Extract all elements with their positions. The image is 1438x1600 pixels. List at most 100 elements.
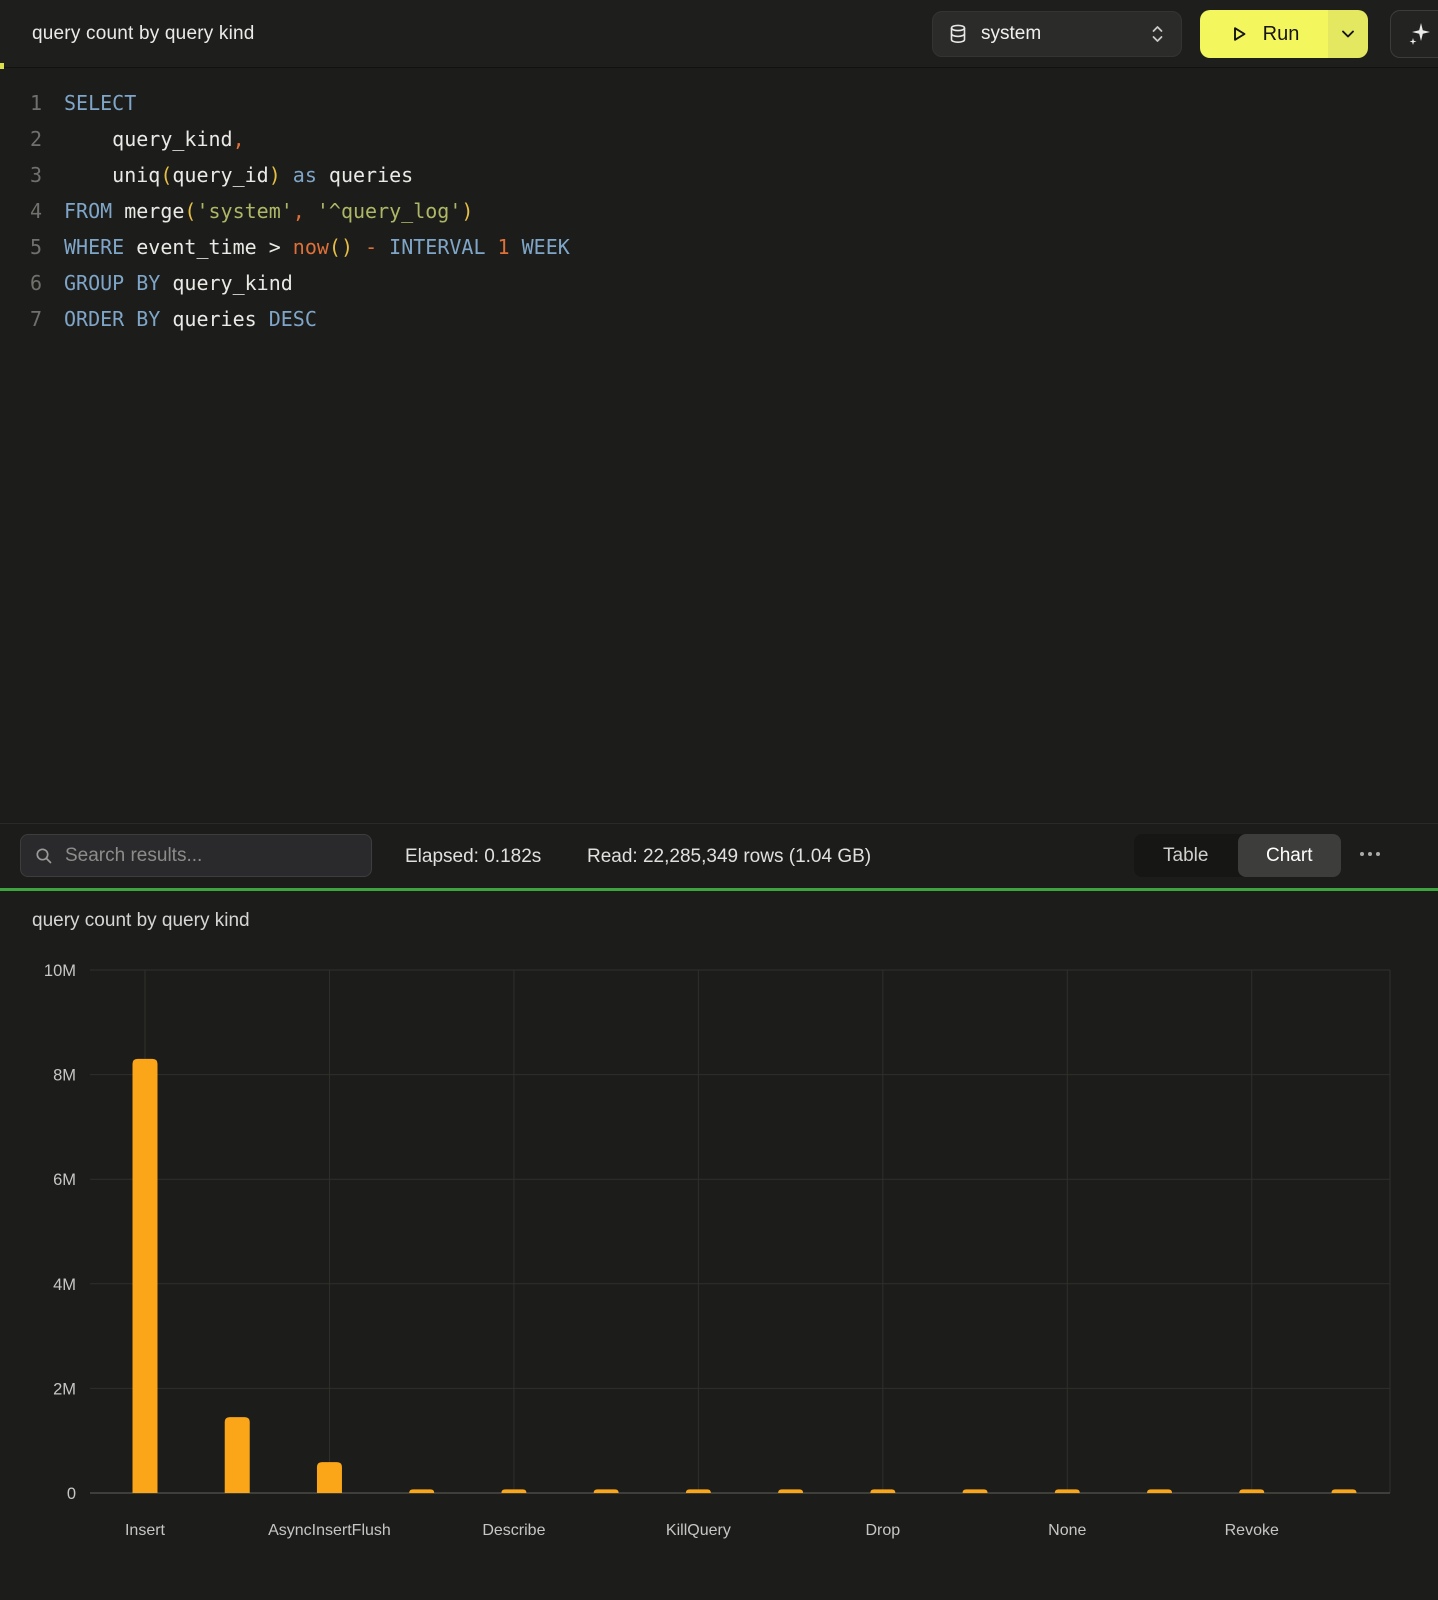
- code-line[interactable]: 6 GROUP BY query_kind: [0, 265, 1438, 301]
- code-token: as: [293, 163, 317, 187]
- line-number: 7: [0, 301, 42, 337]
- code-text: FROM merge('system', '^query_log'): [64, 193, 473, 229]
- x-tick-label: Insert: [125, 1522, 166, 1539]
- bar[interactable]: [963, 1489, 988, 1493]
- code-token: ,: [293, 199, 305, 223]
- search-results-input[interactable]: [65, 845, 357, 867]
- code-token: -: [365, 235, 377, 259]
- code-token: 1: [485, 235, 509, 259]
- bar[interactable]: [1147, 1489, 1172, 1493]
- code-token: DESC: [269, 307, 317, 331]
- code-token: WEEK: [510, 235, 570, 259]
- results-toolbar: Elapsed: 0.182s Read: 22,285,349 rows (1…: [0, 823, 1438, 888]
- x-tick-label: Revoke: [1225, 1522, 1279, 1539]
- search-icon: [35, 847, 53, 865]
- code-token: FROM: [64, 199, 112, 223]
- code-token: '^query_log': [305, 199, 462, 223]
- tab-table[interactable]: Table: [1134, 834, 1238, 877]
- bar-chart: 10M 8M 6M 4M 2M 0 Insert AsyncInsertFlush Descri…: [0, 940, 1438, 1600]
- code-token: [353, 235, 365, 259]
- ai-assist-button[interactable]: [1390, 10, 1438, 58]
- chart-title: query count by query kind: [32, 910, 250, 932]
- code-token: queries: [160, 307, 268, 331]
- code-token: (: [184, 199, 196, 223]
- code-token: GROUP BY: [64, 271, 160, 295]
- database-selector[interactable]: system: [932, 11, 1182, 57]
- code-token: uniq: [64, 163, 160, 187]
- read-stat: Read: 22,285,349 rows (1.04 GB): [587, 824, 871, 889]
- tab-chart[interactable]: Chart: [1238, 834, 1342, 877]
- code-token: merge: [112, 199, 184, 223]
- code-token: SELECT: [64, 91, 136, 115]
- bar[interactable]: [501, 1489, 526, 1493]
- bar[interactable]: [1239, 1489, 1264, 1493]
- code-text: query_kind,: [64, 121, 245, 157]
- database-selector-value: system: [981, 23, 1150, 45]
- code-line[interactable]: 7 ORDER BY queries DESC: [0, 301, 1438, 337]
- y-tick-label: 4M: [53, 1276, 76, 1294]
- bar[interactable]: [1331, 1489, 1356, 1493]
- code-token: event_time >: [124, 235, 293, 259]
- code-token: INTERVAL: [389, 235, 485, 259]
- x-tick-label: AsyncInsertFlush: [268, 1522, 391, 1539]
- x-tick-label: Describe: [482, 1522, 545, 1539]
- code-line[interactable]: 5 WHERE event_time > now() - INTERVAL 1 W…: [0, 229, 1438, 265]
- more-options-button[interactable]: [1352, 841, 1388, 867]
- bar[interactable]: [317, 1462, 342, 1493]
- code-token: query_kind: [160, 271, 292, 295]
- chevron-up-down-icon: [1150, 23, 1165, 45]
- bar[interactable]: [133, 1059, 158, 1493]
- code-line[interactable]: 1 SELECT: [0, 85, 1438, 121]
- line-number: 5: [0, 229, 42, 265]
- bar[interactable]: [409, 1489, 434, 1493]
- chevron-down-icon: [1341, 29, 1355, 39]
- code-token: (: [160, 163, 172, 187]
- run-button-label: Run: [1263, 23, 1300, 46]
- y-tick-label: 0: [67, 1485, 76, 1503]
- bar[interactable]: [870, 1489, 895, 1493]
- line-number: 3: [0, 157, 42, 193]
- code-token: (): [329, 235, 353, 259]
- code-token: ,: [233, 127, 245, 151]
- bar[interactable]: [225, 1417, 250, 1493]
- line-number: 6: [0, 265, 42, 301]
- y-tick-label: 2M: [53, 1380, 76, 1398]
- code-text: uniq(query_id) as queries: [64, 157, 413, 193]
- code-text: GROUP BY query_kind: [64, 265, 293, 301]
- line-number: 1: [0, 85, 42, 121]
- y-tick-label: 10M: [44, 962, 76, 980]
- code-token: ): [461, 199, 473, 223]
- sparkles-icon: [1407, 21, 1433, 47]
- code-text: SELECT: [64, 85, 136, 121]
- x-tick-label: None: [1048, 1522, 1086, 1539]
- code-line[interactable]: 2 query_kind,: [0, 121, 1438, 157]
- chart-panel: query count by query kind 10M 8M 6M 4M 2M 0 In…: [0, 891, 1438, 1600]
- run-options-button[interactable]: [1328, 10, 1368, 58]
- code-text: ORDER BY queries DESC: [64, 301, 317, 337]
- run-button[interactable]: Run: [1200, 10, 1328, 58]
- code-token: [377, 235, 389, 259]
- bar[interactable]: [594, 1489, 619, 1493]
- x-tick-label: Drop: [865, 1522, 900, 1539]
- elapsed-stat: Elapsed: 0.182s: [405, 824, 541, 889]
- search-results-box: [20, 834, 372, 877]
- y-tick-label: 8M: [53, 1067, 76, 1085]
- code-line[interactable]: 4FROM merge('system', '^query_log'): [0, 193, 1438, 229]
- sql-editor[interactable]: 1SELECT2 query_kind,3 uniq(query_id) as …: [0, 69, 1438, 823]
- x-tick-label: KillQuery: [666, 1522, 731, 1539]
- code-token: 'system': [196, 199, 292, 223]
- code-line[interactable]: 3 uniq(query_id) as queries: [0, 157, 1438, 193]
- code-token: [281, 163, 293, 187]
- query-title: query count by query kind: [32, 0, 255, 68]
- y-tick-label: 6M: [53, 1171, 76, 1189]
- run-split-button: Run: [1200, 10, 1368, 58]
- code-text: WHERE event_time > now() - INTERVAL 1 WE…: [64, 229, 570, 265]
- code-token: query_id: [172, 163, 268, 187]
- code-token: WHERE: [64, 235, 124, 259]
- bar[interactable]: [1055, 1489, 1080, 1493]
- view-toggle: Table Chart: [1134, 834, 1341, 877]
- bar[interactable]: [778, 1489, 803, 1493]
- line-number: 2: [0, 121, 42, 157]
- code-token: ): [269, 163, 281, 187]
- bar[interactable]: [686, 1489, 711, 1493]
